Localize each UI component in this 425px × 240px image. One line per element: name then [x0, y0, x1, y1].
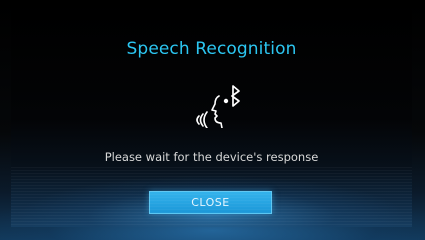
speech-recognition-dialog: Speech Recognition Please wait for the d…	[11, 10, 412, 227]
screen-background: Speech Recognition Please wait for the d…	[0, 0, 425, 240]
close-button[interactable]: CLOSE	[149, 191, 272, 214]
dialog-title: Speech Recognition	[126, 39, 297, 59]
status-message: Please wait for the device's response	[104, 150, 319, 164]
speech-bluetooth-icon	[196, 85, 240, 128]
